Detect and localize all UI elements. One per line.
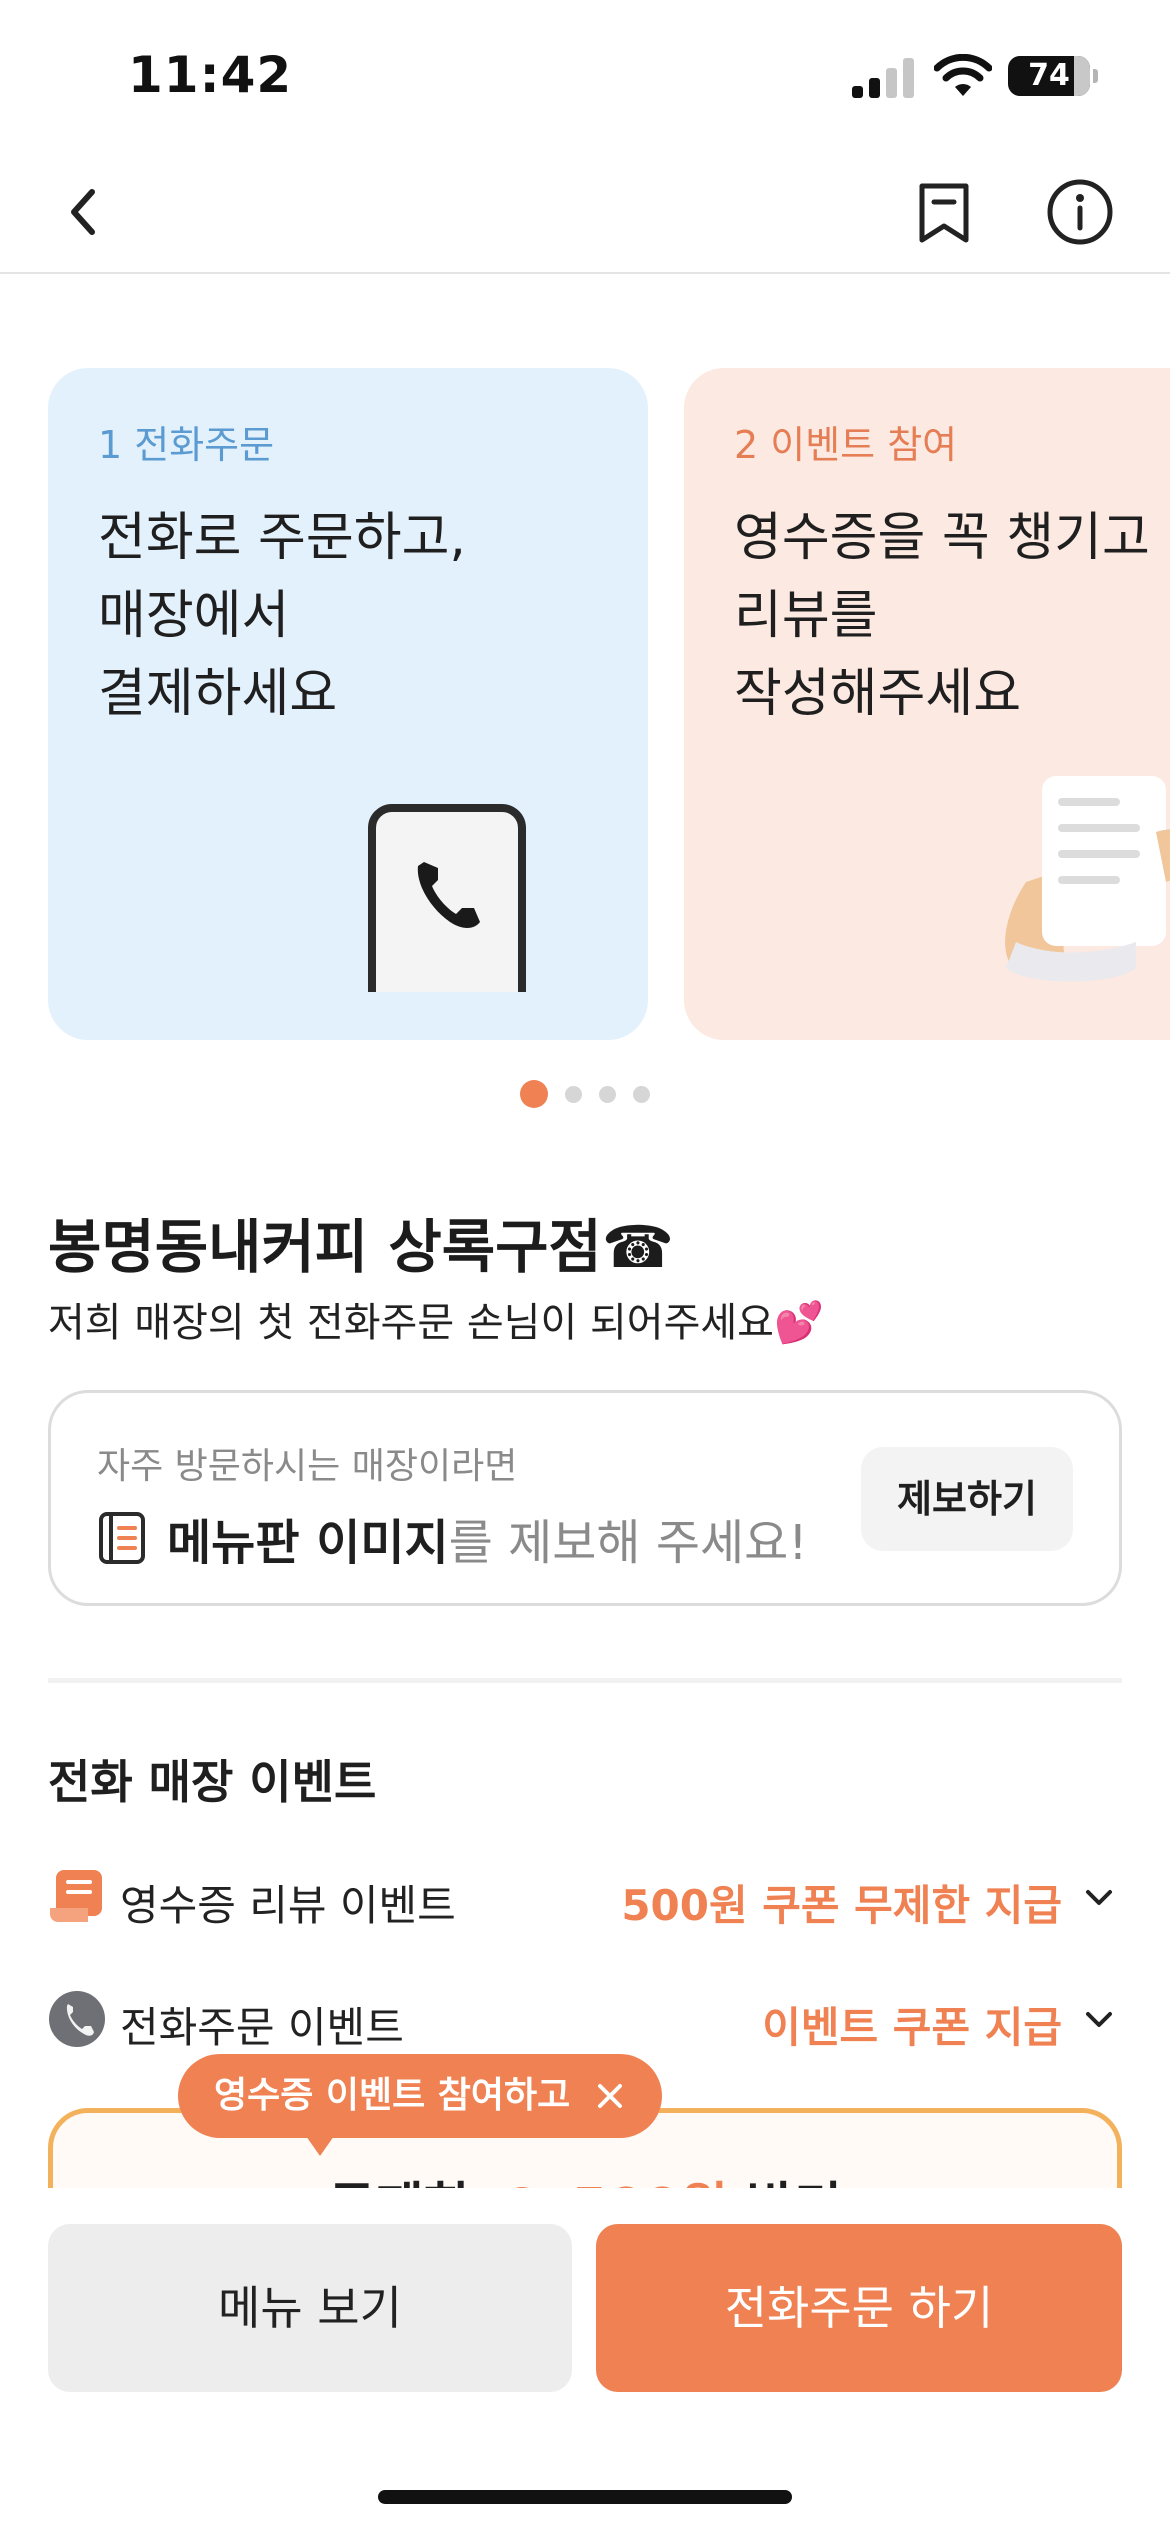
- event-label: 영수증 리뷰 이벤트: [120, 1881, 456, 1930]
- signal-icon: [852, 58, 914, 98]
- carousel-card-event[interactable]: 2 이벤트 참여 영수증을 꼭 챙기고 리뷰를 작성해주세요: [684, 368, 1170, 1040]
- phone-icon: [49, 1991, 105, 2047]
- card-text-line: 리뷰를: [734, 586, 878, 646]
- pagination-dot: [564, 1085, 582, 1103]
- card-text-line: 매장에서: [98, 586, 290, 646]
- back-chevron-icon[interactable]: [48, 176, 120, 248]
- view-menu-button[interactable]: 메뉴 보기: [48, 2224, 572, 2392]
- card-text-line: 영수증을 꼭 챙기고: [734, 508, 1150, 568]
- guide-carousel[interactable]: 1 전화주문 전화로 주문하고, 매장에서 결제하세요 2 이벤트 참여 영수증…: [0, 368, 1170, 1040]
- events-section-title: 전화 매장 이벤트: [48, 1755, 377, 1809]
- carousel-pagination: [0, 1080, 1170, 1110]
- report-hint: 자주 방문하시는 매장이라면: [97, 1446, 518, 1487]
- card-step-label: 1 전화주문: [98, 423, 275, 467]
- carousel-card-phone-order[interactable]: 1 전화주문 전화로 주문하고, 매장에서 결제하세요: [48, 368, 648, 1040]
- section-divider: [48, 1678, 1122, 1683]
- status-bar: 11:42 74: [0, 0, 1170, 150]
- event-label: 전화주문 이벤트: [120, 2003, 404, 2052]
- event-value: 이벤트 쿠폰 지급: [762, 2003, 1062, 2052]
- tooltip-text: 영수증 이벤트 참여하고: [214, 2075, 571, 2116]
- card-text-line: 결제하세요: [98, 664, 338, 724]
- card-text-line: 작성해주세요: [734, 664, 1022, 724]
- pagination-dot: [599, 1085, 617, 1103]
- battery-level: 74: [1028, 58, 1070, 93]
- pagination-dot: [633, 1085, 651, 1103]
- chevron-down-icon[interactable]: [1082, 1880, 1116, 1914]
- pagination-dot-active: [519, 1080, 548, 1108]
- bottom-action-bar: 메뉴 보기 전화주문 하기: [0, 2188, 1170, 2532]
- event-row-phone-order[interactable]: 전화주문 이벤트 이벤트 쿠폰 지급: [48, 1984, 1122, 2054]
- status-time: 11:42: [128, 46, 293, 104]
- phone-order-button[interactable]: 전화주문 하기: [596, 2224, 1122, 2392]
- top-nav-bar: [0, 150, 1170, 274]
- phone-icon: [368, 804, 526, 992]
- card-text-line: 전화로 주문하고,: [98, 508, 466, 568]
- store-name: 봉명동내커피 상록구점☎: [48, 1213, 675, 1281]
- report-rest-text: 를 제보해 주세요!: [448, 1515, 808, 1571]
- card-step-label: 2 이벤트 참여: [734, 423, 958, 467]
- bookmark-icon[interactable]: [908, 176, 980, 248]
- store-subtitle: 저희 매장의 첫 전화주문 손님이 되어주세요💕: [48, 1300, 824, 1346]
- report-message: 메뉴판 이미지 를 제보해 주세요!: [97, 1503, 808, 1573]
- event-row-receipt-review[interactable]: 영수증 리뷰 이벤트 500원 쿠폰 무제한 지급: [48, 1862, 1122, 1932]
- receipt-icon: [50, 1870, 102, 1922]
- event-value: 500원 쿠폰 무제한 지급: [621, 1881, 1062, 1930]
- chevron-down-icon[interactable]: [1082, 2002, 1116, 2036]
- home-indicator: [378, 2490, 792, 2504]
- menu-book-icon: [99, 1512, 145, 1564]
- event-tooltip: 영수증 이벤트 참여하고: [178, 2054, 663, 2156]
- report-bold-text: 메뉴판 이미지: [167, 1515, 449, 1571]
- receipt-icon: [1005, 776, 1170, 982]
- battery-icon: 74: [1008, 56, 1098, 96]
- wifi-icon: [934, 54, 992, 96]
- close-icon[interactable]: [594, 2080, 626, 2112]
- menu-report-box: 자주 방문하시는 매장이라면 메뉴판 이미지 를 제보해 주세요! 제보하기: [48, 1390, 1122, 1606]
- info-icon[interactable]: [1044, 176, 1116, 248]
- report-button[interactable]: 제보하기: [861, 1447, 1073, 1551]
